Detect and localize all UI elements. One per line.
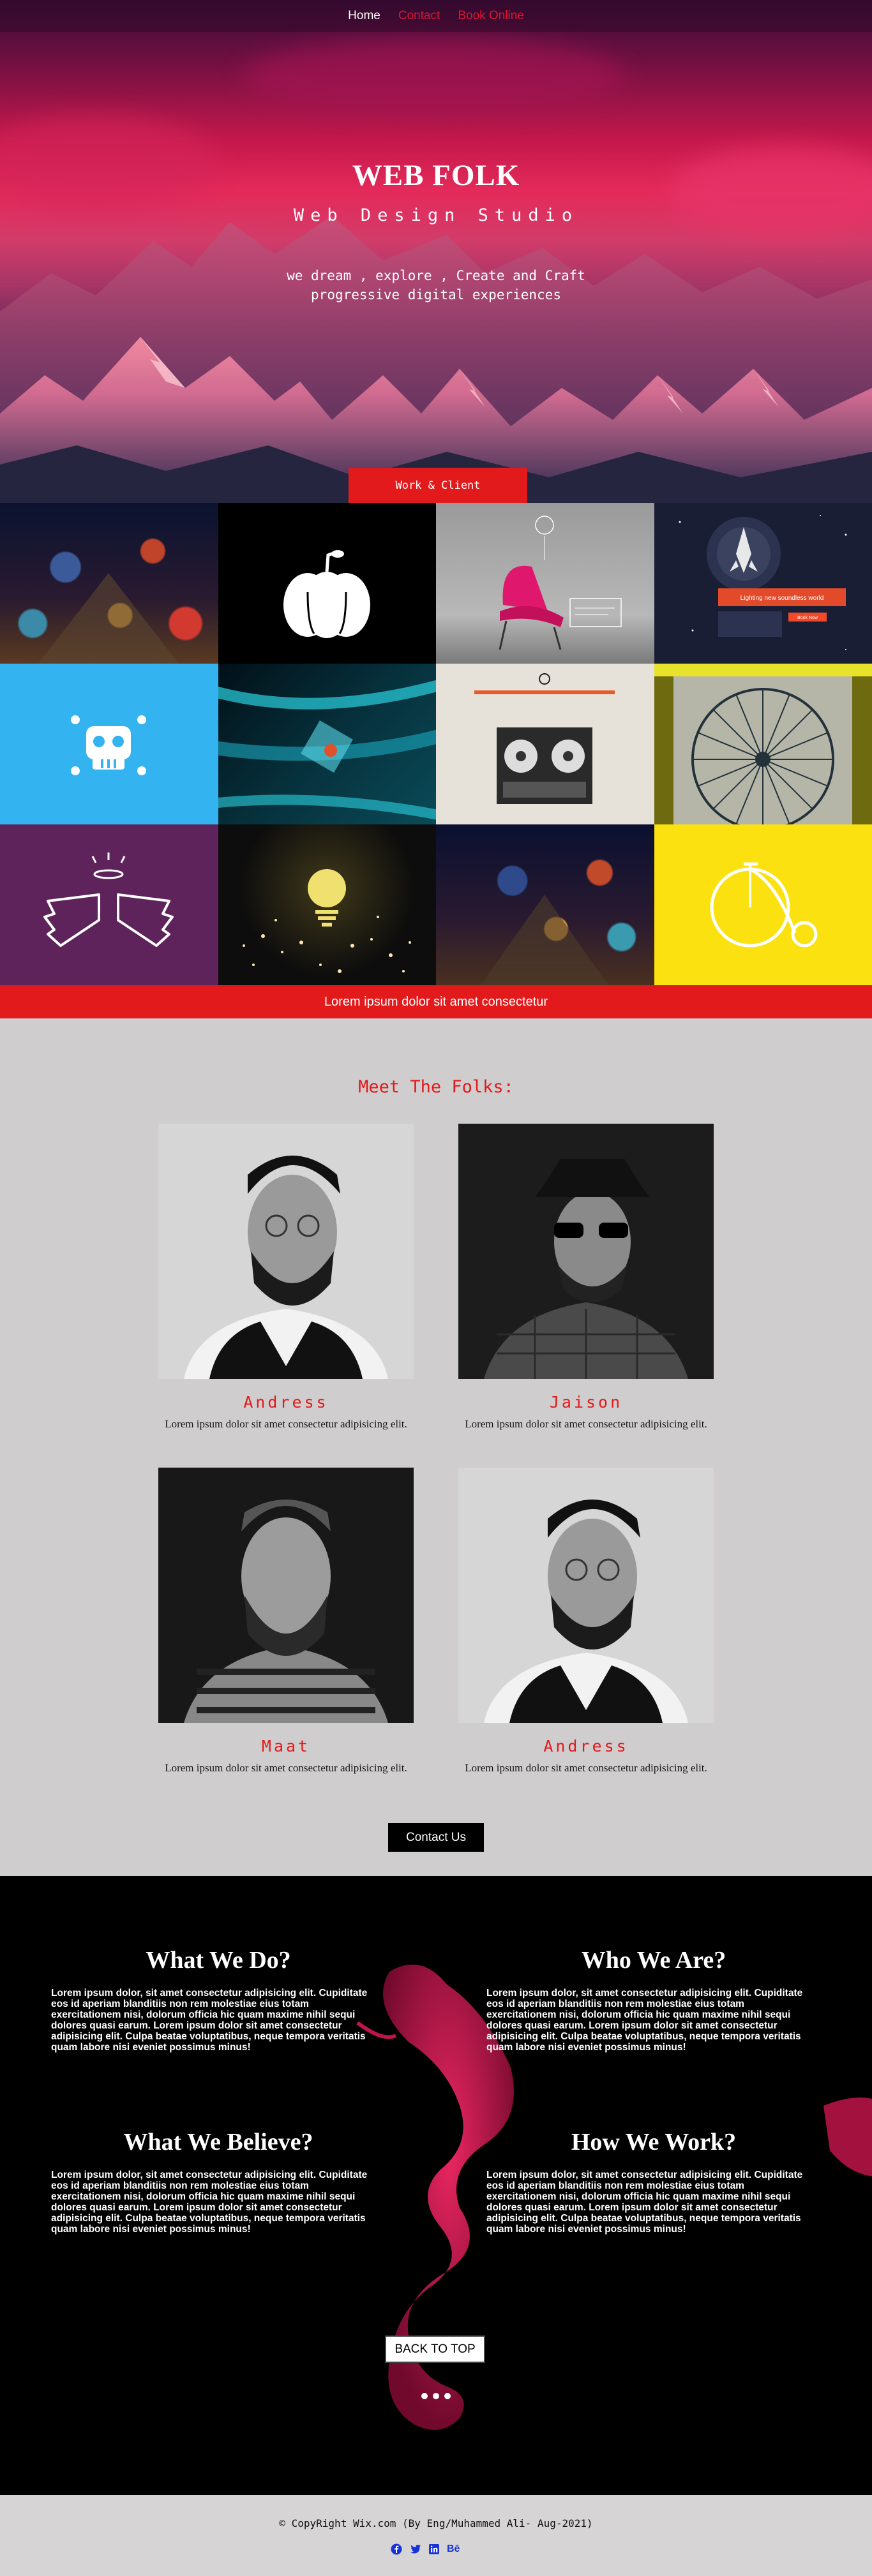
- gallery-tile-pink-chair[interactable]: [436, 503, 654, 664]
- member-name: Andress: [458, 1737, 714, 1755]
- angel-wings-icon: [0, 824, 218, 985]
- mountain-illustration: [0, 145, 872, 503]
- about-section: What We Do? Lorem ipsum dolor, sit amet …: [0, 1876, 872, 2495]
- gallery-tile-city-lights[interactable]: [0, 503, 218, 664]
- copyright-text: © CopyRight Wix.com (By Eng/Muhammed Ali…: [0, 2517, 872, 2529]
- gallery-tile-lightbulb[interactable]: [218, 824, 437, 985]
- gallery-tile-pumpkin[interactable]: [218, 503, 437, 664]
- team-member-card: Andress Lorem ipsum dolor sit amet conse…: [458, 1468, 714, 1775]
- dot[interactable]: [421, 2393, 428, 2399]
- member-description: Lorem ipsum dolor sit amet consectetur a…: [439, 1762, 733, 1775]
- team-section: Meet The Folks: Andress Lorem ipsum dolo…: [0, 1018, 872, 1876]
- gallery-tile-city-lights-2[interactable]: [436, 824, 654, 985]
- back-to-top-button[interactable]: BACK TO TOP: [385, 2335, 485, 2363]
- dot[interactable]: [444, 2393, 451, 2399]
- behance-icon[interactable]: Bē: [447, 2543, 460, 2555]
- linkedin-icon[interactable]: [429, 2544, 439, 2554]
- penny-farthing-icon: [654, 824, 872, 985]
- pink-chair-image: [436, 503, 654, 664]
- facebook-icon[interactable]: [391, 2543, 402, 2555]
- cyan-pipes-image: [218, 664, 436, 824]
- city-lights-image: [0, 503, 218, 664]
- gallery-tile-bicycle[interactable]: [654, 824, 872, 985]
- who-we-are-text: Lorem ipsum dolor, sit amet consectetur …: [486, 1988, 815, 2053]
- gallery-tile-tape-recorder[interactable]: [436, 664, 654, 824]
- what-we-do-text: Lorem ipsum dolor, sit amet consectetur …: [51, 1988, 380, 2053]
- how-we-work-text: Lorem ipsum dolor, sit amet consectetur …: [486, 2170, 815, 2235]
- member-photo: [458, 1124, 714, 1379]
- gallery-tile-rocket-poster[interactable]: Lighting new soundless world Book Now: [654, 503, 872, 664]
- hero-tagline-1: we dream , explore , Create and Craft: [0, 268, 872, 283]
- hero-title: WEB FOLK: [0, 158, 872, 193]
- hero-subtitle: Web Design Studio: [0, 205, 872, 225]
- nav-home-link[interactable]: Home: [348, 9, 380, 23]
- gallery-band: Lorem ipsum dolor sit amet consectetur: [0, 985, 872, 1018]
- hero-section: WEB FOLK Web Design Studio we dream , ex…: [0, 0, 872, 503]
- team-member-card: Maat Lorem ipsum dolor sit amet consecte…: [158, 1468, 414, 1775]
- member-photo: [458, 1468, 714, 1723]
- portfolio-gallery: Lighting new soundless world Book Now: [0, 503, 872, 985]
- who-we-are-title: Who We Are?: [462, 1946, 845, 1974]
- twitter-icon[interactable]: [410, 2544, 421, 2554]
- gallery-tile-ferris-wheel[interactable]: [654, 664, 872, 824]
- member-name: Andress: [158, 1393, 414, 1411]
- portrait-andress-2: [458, 1468, 714, 1723]
- rocket-poster-book-button: Book Now: [797, 616, 818, 620]
- footer: © CopyRight Wix.com (By Eng/Muhammed Ali…: [0, 2495, 872, 2576]
- team-member-card: Jaison Lorem ipsum dolor sit amet consec…: [458, 1124, 714, 1431]
- how-we-work-title: How We Work?: [462, 2128, 845, 2156]
- nav-book-online-link[interactable]: Book Online: [458, 9, 524, 23]
- member-name: Jaison: [458, 1393, 714, 1411]
- gallery-tile-skull[interactable]: [0, 664, 218, 824]
- what-we-believe-text: Lorem ipsum dolor, sit amet consectetur …: [51, 2170, 380, 2235]
- nav-contact-link[interactable]: Contact: [398, 9, 440, 23]
- member-description: Lorem ipsum dolor sit amet consectetur a…: [139, 1418, 433, 1431]
- portrait-maat: [158, 1468, 414, 1723]
- hero-cloud: [243, 38, 626, 115]
- ferris-wheel-image: [654, 664, 872, 824]
- work-client-ribbon[interactable]: Work & Client: [349, 468, 527, 503]
- member-description: Lorem ipsum dolor sit amet consectetur a…: [439, 1418, 733, 1431]
- hero-tagline-2: progressive digital experiences: [0, 287, 872, 302]
- rocket-poster-image: Lighting new soundless world Book Now: [654, 503, 872, 664]
- gallery-tile-cyan-pipes[interactable]: [218, 664, 437, 824]
- pagination-dots[interactable]: [421, 2393, 451, 2399]
- tape-recorder-image: [436, 664, 654, 824]
- what-we-believe-title: What We Believe?: [27, 2128, 410, 2156]
- pumpkin-icon: [218, 503, 436, 664]
- contact-us-button[interactable]: Contact Us: [388, 1823, 484, 1852]
- member-photo: [158, 1468, 414, 1723]
- team-heading: Meet The Folks:: [0, 1077, 872, 1097]
- team-member-card: Andress Lorem ipsum dolor sit amet conse…: [158, 1124, 414, 1431]
- skull-icon: [0, 664, 218, 824]
- city-lights-2-image: [436, 824, 654, 985]
- lightbulb-icon: [218, 824, 436, 985]
- social-links: Bē: [391, 2543, 460, 2555]
- rocket-poster-caption: Lighting new soundless world: [740, 595, 823, 602]
- member-description: Lorem ipsum dolor sit amet consectetur a…: [139, 1762, 433, 1775]
- member-name: Maat: [158, 1737, 414, 1755]
- portrait-andress: [158, 1124, 414, 1379]
- member-photo: [158, 1124, 414, 1379]
- gallery-tile-angel-wings[interactable]: [0, 824, 218, 985]
- dot[interactable]: [433, 2393, 439, 2399]
- portrait-jaison: [458, 1124, 714, 1379]
- top-nav: Home Contact Book Online: [0, 0, 872, 32]
- what-we-do-title: What We Do?: [27, 1946, 410, 1974]
